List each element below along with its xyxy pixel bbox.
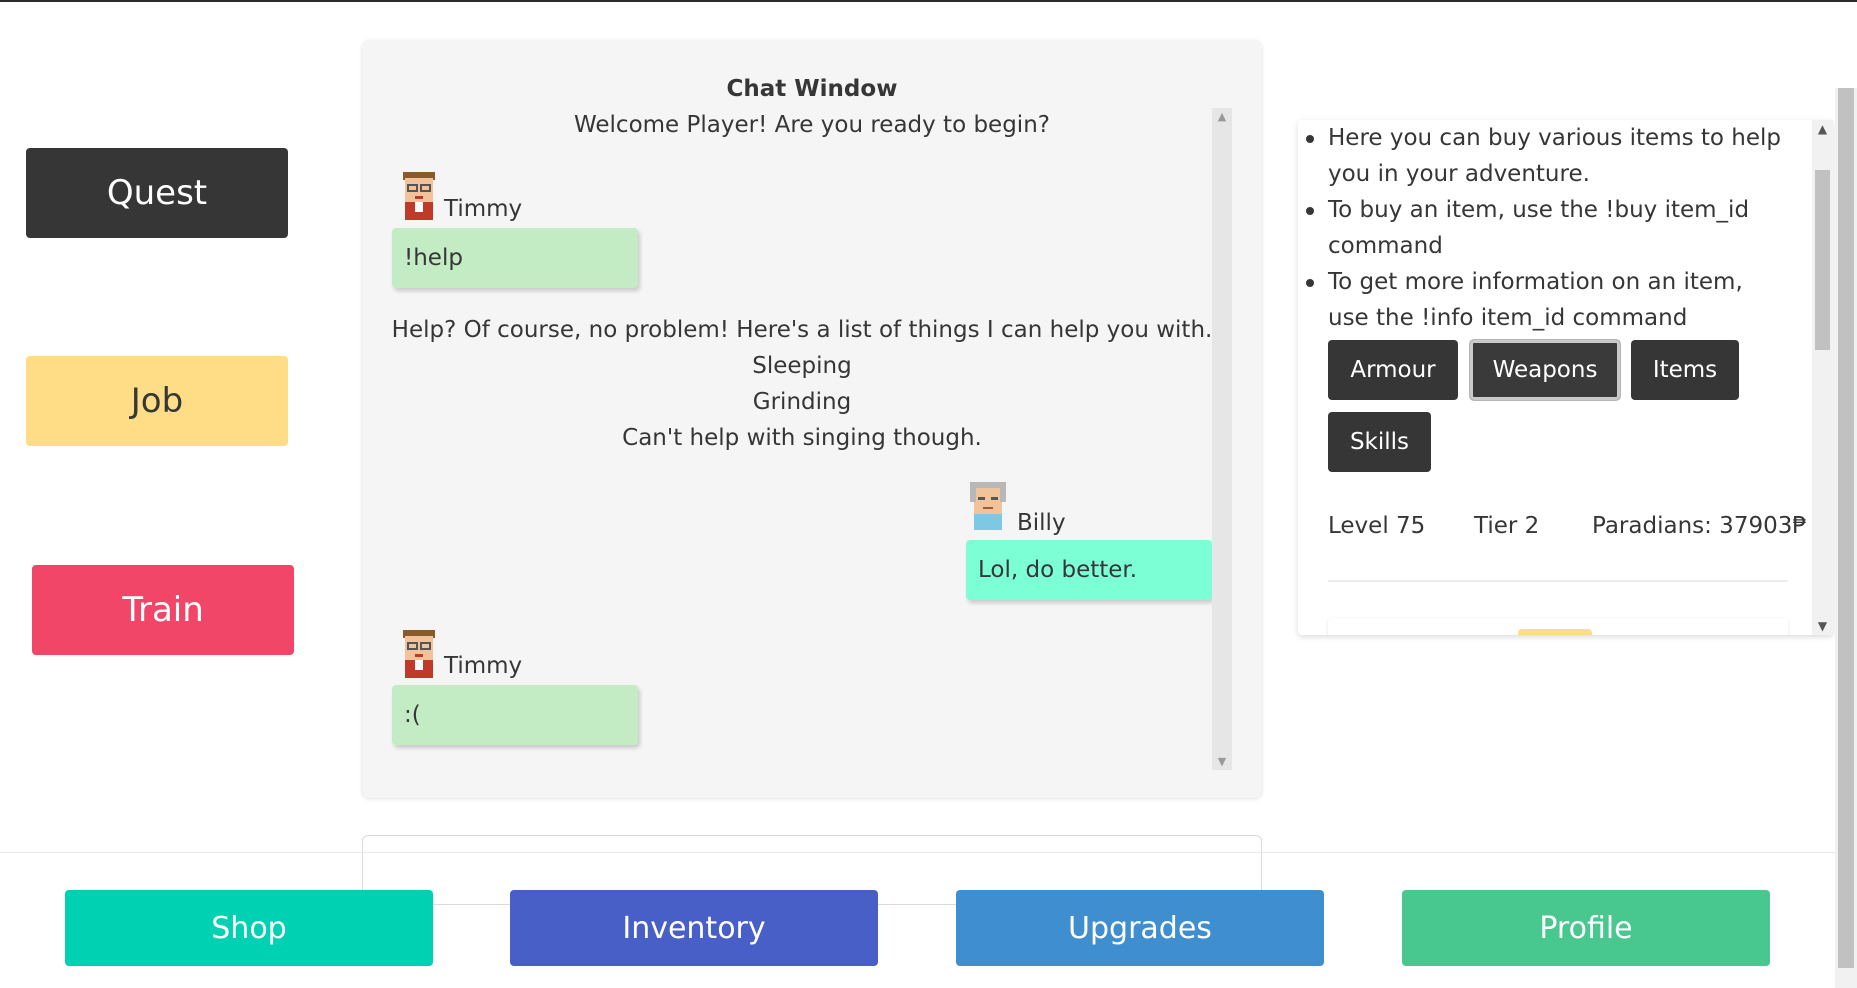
shop-info-text: To buy an item, use the !buy item_id com… xyxy=(1328,197,1750,259)
bot-reply-line: Can't help with singing though. xyxy=(622,425,982,451)
chat-scrollbar[interactable]: ▲ ▼ xyxy=(1212,108,1232,770)
message-bubble: :( xyxy=(392,685,638,745)
tab-skills[interactable]: Skills xyxy=(1328,412,1431,472)
paradians-label: Paradians: 37903₱ xyxy=(1592,513,1807,539)
shop-info-text: To get more information on an item, use … xyxy=(1328,269,1743,331)
bot-reply-line: Help? Of course, no problem! Here's a li… xyxy=(391,317,1213,343)
bullet-icon xyxy=(1306,279,1314,287)
list-item: Here you can buy various items to help y… xyxy=(1306,120,1788,192)
top-border xyxy=(0,0,1857,2)
level-label: Level 75 xyxy=(1328,513,1426,539)
inventory-button[interactable]: Inventory xyxy=(510,890,878,966)
page-scroll-thumb[interactable] xyxy=(1838,88,1854,968)
bullet-icon xyxy=(1306,207,1314,215)
tab-armour[interactable]: Armour xyxy=(1328,340,1458,400)
chat-welcome-message: Welcome Player! Are you ready to begin? xyxy=(574,112,1050,138)
bullet-icon xyxy=(1306,135,1314,143)
shop-info-list: Here you can buy various items to help y… xyxy=(1306,120,1788,336)
tab-weapons[interactable]: Weapons xyxy=(1470,340,1620,400)
footer-divider xyxy=(0,852,1835,853)
message-sender: Timmy xyxy=(444,653,523,679)
bot-reply: Help? Of course, no problem! Here's a li… xyxy=(362,312,1242,456)
message-sender: Billy xyxy=(1017,510,1066,536)
quest-button[interactable]: Quest xyxy=(26,148,288,238)
divider xyxy=(1328,580,1788,582)
message-bubble: Lol, do better. xyxy=(966,540,1212,600)
profile-button[interactable]: Profile xyxy=(1402,890,1770,966)
tab-items[interactable]: Items xyxy=(1631,340,1739,400)
bot-reply-line: Sleeping xyxy=(752,353,852,379)
shop-info-text: Here you can buy various items to help y… xyxy=(1328,125,1782,187)
scroll-thumb[interactable] xyxy=(1815,170,1830,350)
upgrades-button[interactable]: Upgrades xyxy=(956,890,1324,966)
job-button[interactable]: Job xyxy=(26,356,288,446)
chat-window: Chat Window Welcome Player! Are you read… xyxy=(362,40,1262,798)
message-bubble: !help xyxy=(392,228,638,288)
scroll-up-icon[interactable]: ▲ xyxy=(1812,122,1833,136)
shop-scrollbar[interactable]: ▲ ▼ xyxy=(1812,120,1833,635)
scroll-down-icon[interactable]: ▼ xyxy=(1812,619,1833,633)
chat-title: Chat Window xyxy=(726,76,898,102)
page-scrollbar[interactable] xyxy=(1835,88,1857,988)
train-button[interactable]: Train xyxy=(32,565,294,655)
item-tag xyxy=(1518,629,1592,635)
list-item: To buy an item, use the !buy item_id com… xyxy=(1306,192,1788,264)
scroll-down-icon[interactable]: ▼ xyxy=(1212,755,1232,768)
shop-button[interactable]: Shop xyxy=(65,890,433,966)
bot-reply-line: Grinding xyxy=(752,389,852,415)
shop-item-card[interactable] xyxy=(1328,618,1788,635)
list-item: To get more information on an item, use … xyxy=(1306,264,1788,336)
billy-avatar-icon xyxy=(970,482,1006,530)
shop-panel: Here you can buy various items to help y… xyxy=(1298,120,1833,635)
timmy-avatar-icon xyxy=(403,172,435,220)
message-sender: Timmy xyxy=(444,196,523,222)
tier-label: Tier 2 xyxy=(1474,513,1540,539)
timmy-avatar-icon xyxy=(403,630,435,678)
scroll-up-icon[interactable]: ▲ xyxy=(1212,110,1232,123)
